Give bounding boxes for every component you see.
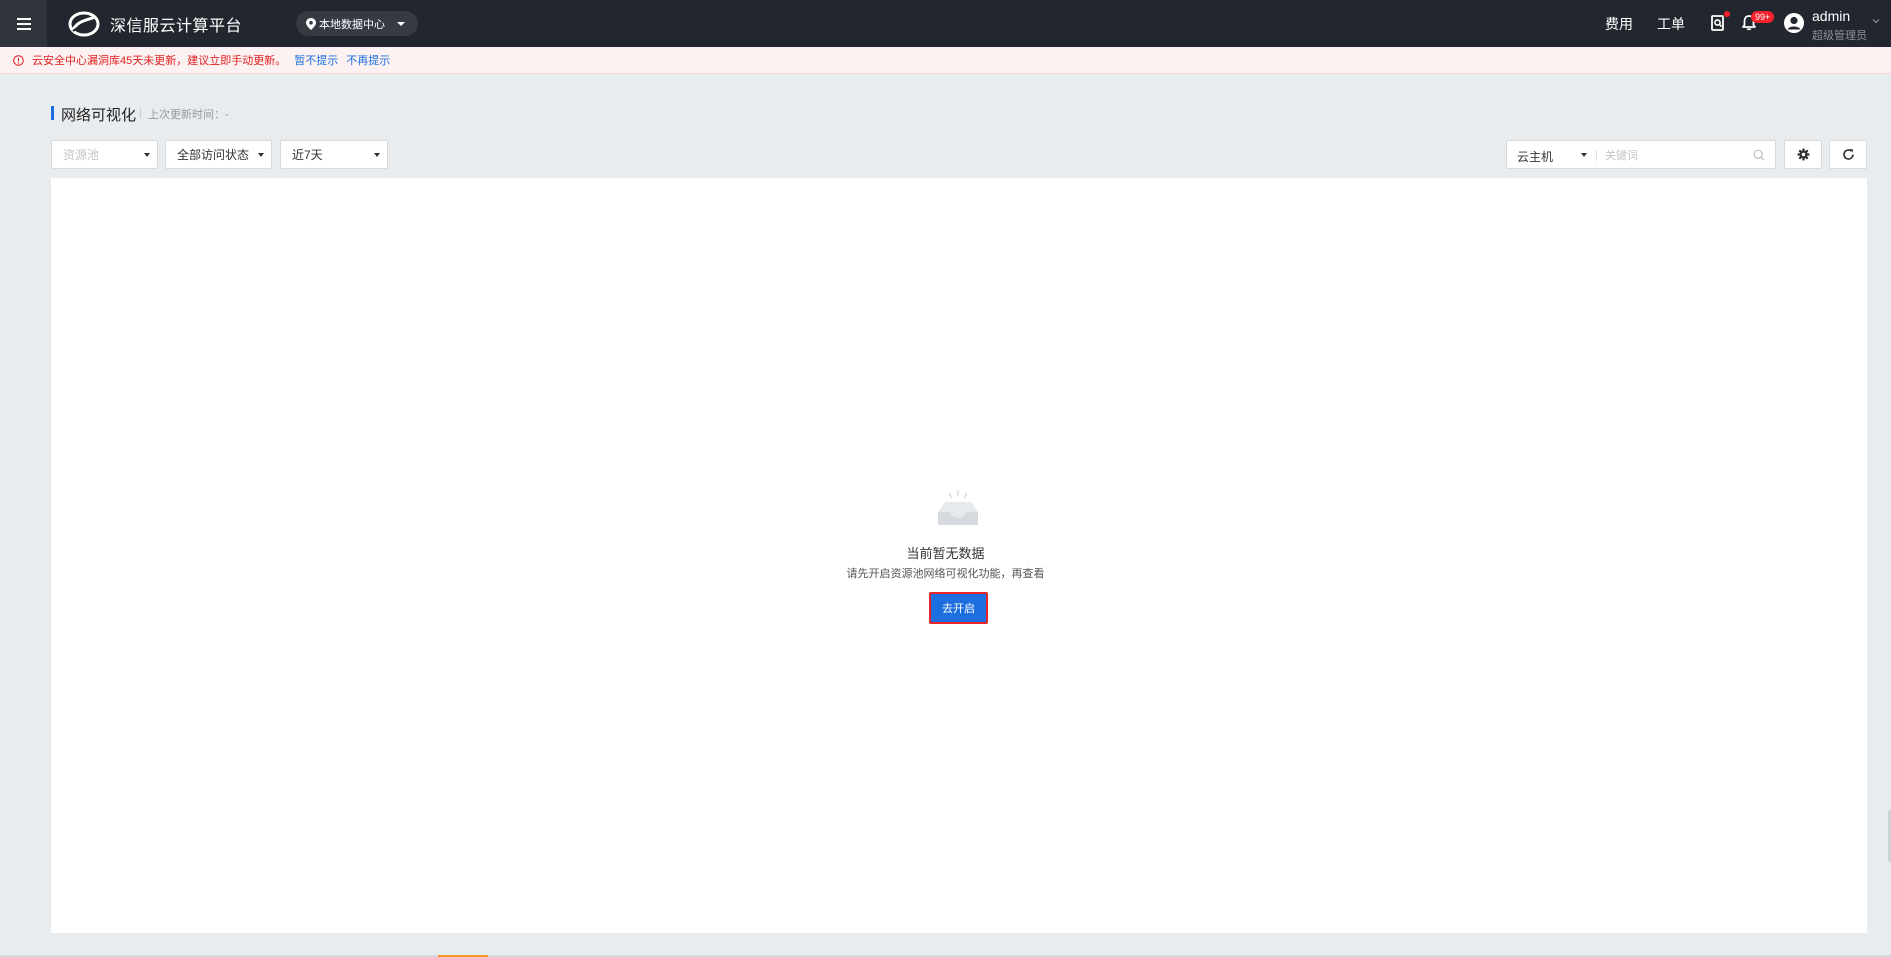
resource-pool-placeholder: 资源池 — [63, 148, 100, 162]
caret-down-icon — [144, 153, 150, 157]
brand[interactable]: 深信服云计算平台 — [68, 10, 242, 37]
time-range-select[interactable]: 近7天 — [280, 140, 388, 169]
refresh-button[interactable] — [1829, 140, 1867, 169]
caret-down-icon[interactable] — [1581, 153, 1587, 157]
time-range-value: 近7天 — [292, 148, 323, 162]
search-box: 云主机 — [1506, 140, 1776, 169]
dismiss-link[interactable]: 不再提示 — [346, 52, 390, 68]
title-divider — [140, 108, 141, 118]
chevron-down-icon[interactable] — [1872, 17, 1880, 25]
notification-badge: 99+ — [1751, 11, 1775, 23]
access-status-select[interactable]: 全部访问状态 — [165, 140, 272, 169]
search-input[interactable] — [1603, 145, 1747, 167]
warning-circle-icon — [13, 54, 24, 66]
location-pin-icon — [306, 17, 316, 30]
search-icon[interactable] — [1753, 149, 1765, 161]
brand-logo-icon — [68, 11, 100, 36]
empty-state-description: 请先开启资源池网络可视化功能，再查看 — [846, 568, 1045, 580]
alert-banner: 云安全中心漏洞库45天未更新，建议立即手动更新。 暂不提示 不再提示 — [0, 47, 1891, 74]
last-update-time: 上次更新时间：- — [148, 109, 229, 121]
cost-link[interactable]: 费用 — [1605, 14, 1633, 34]
settings-button[interactable] — [1784, 140, 1822, 169]
empty-state-title: 当前暂无数据 — [906, 546, 985, 561]
datacenter-label: 本地数据中心 — [319, 18, 385, 31]
user-role: 超级管理员 — [1812, 30, 1867, 42]
page-title: 网络可视化 — [61, 107, 137, 124]
caret-down-icon — [397, 21, 405, 26]
access-status-value: 全部访问状态 — [177, 148, 250, 162]
ticket-link[interactable]: 工单 — [1657, 14, 1685, 34]
alert-message: 云安全中心漏洞库45天未更新，建议立即手动更新。 — [32, 55, 287, 67]
user-name[interactable]: admin — [1812, 8, 1850, 24]
datacenter-selector[interactable]: 本地数据中心 — [296, 11, 418, 36]
search-divider — [1596, 150, 1597, 161]
caret-down-icon — [258, 153, 264, 157]
search-type-select[interactable]: 云主机 — [1517, 148, 1553, 165]
unread-dot — [1724, 11, 1730, 17]
document-search-icon[interactable] — [1709, 14, 1727, 32]
user-avatar-icon[interactable] — [1783, 12, 1805, 34]
gear-icon — [1797, 148, 1809, 161]
top-bar: 深信服云计算平台 本地数据中心 费用 工单 99+ admin 超级管理员 — [0, 0, 1891, 47]
empty-inbox-icon — [938, 490, 978, 525]
brand-name: 深信服云计算平台 — [110, 17, 243, 35]
title-accent-bar — [51, 106, 54, 120]
snooze-link[interactable]: 暂不提示 — [294, 52, 338, 68]
resource-pool-select[interactable]: 资源池 — [51, 140, 158, 169]
menu-toggle-button[interactable] — [0, 0, 47, 47]
caret-down-icon — [374, 153, 380, 157]
enable-button[interactable]: 去开启 — [929, 592, 988, 624]
refresh-icon — [1842, 149, 1854, 160]
hamburger-icon — [16, 17, 31, 30]
